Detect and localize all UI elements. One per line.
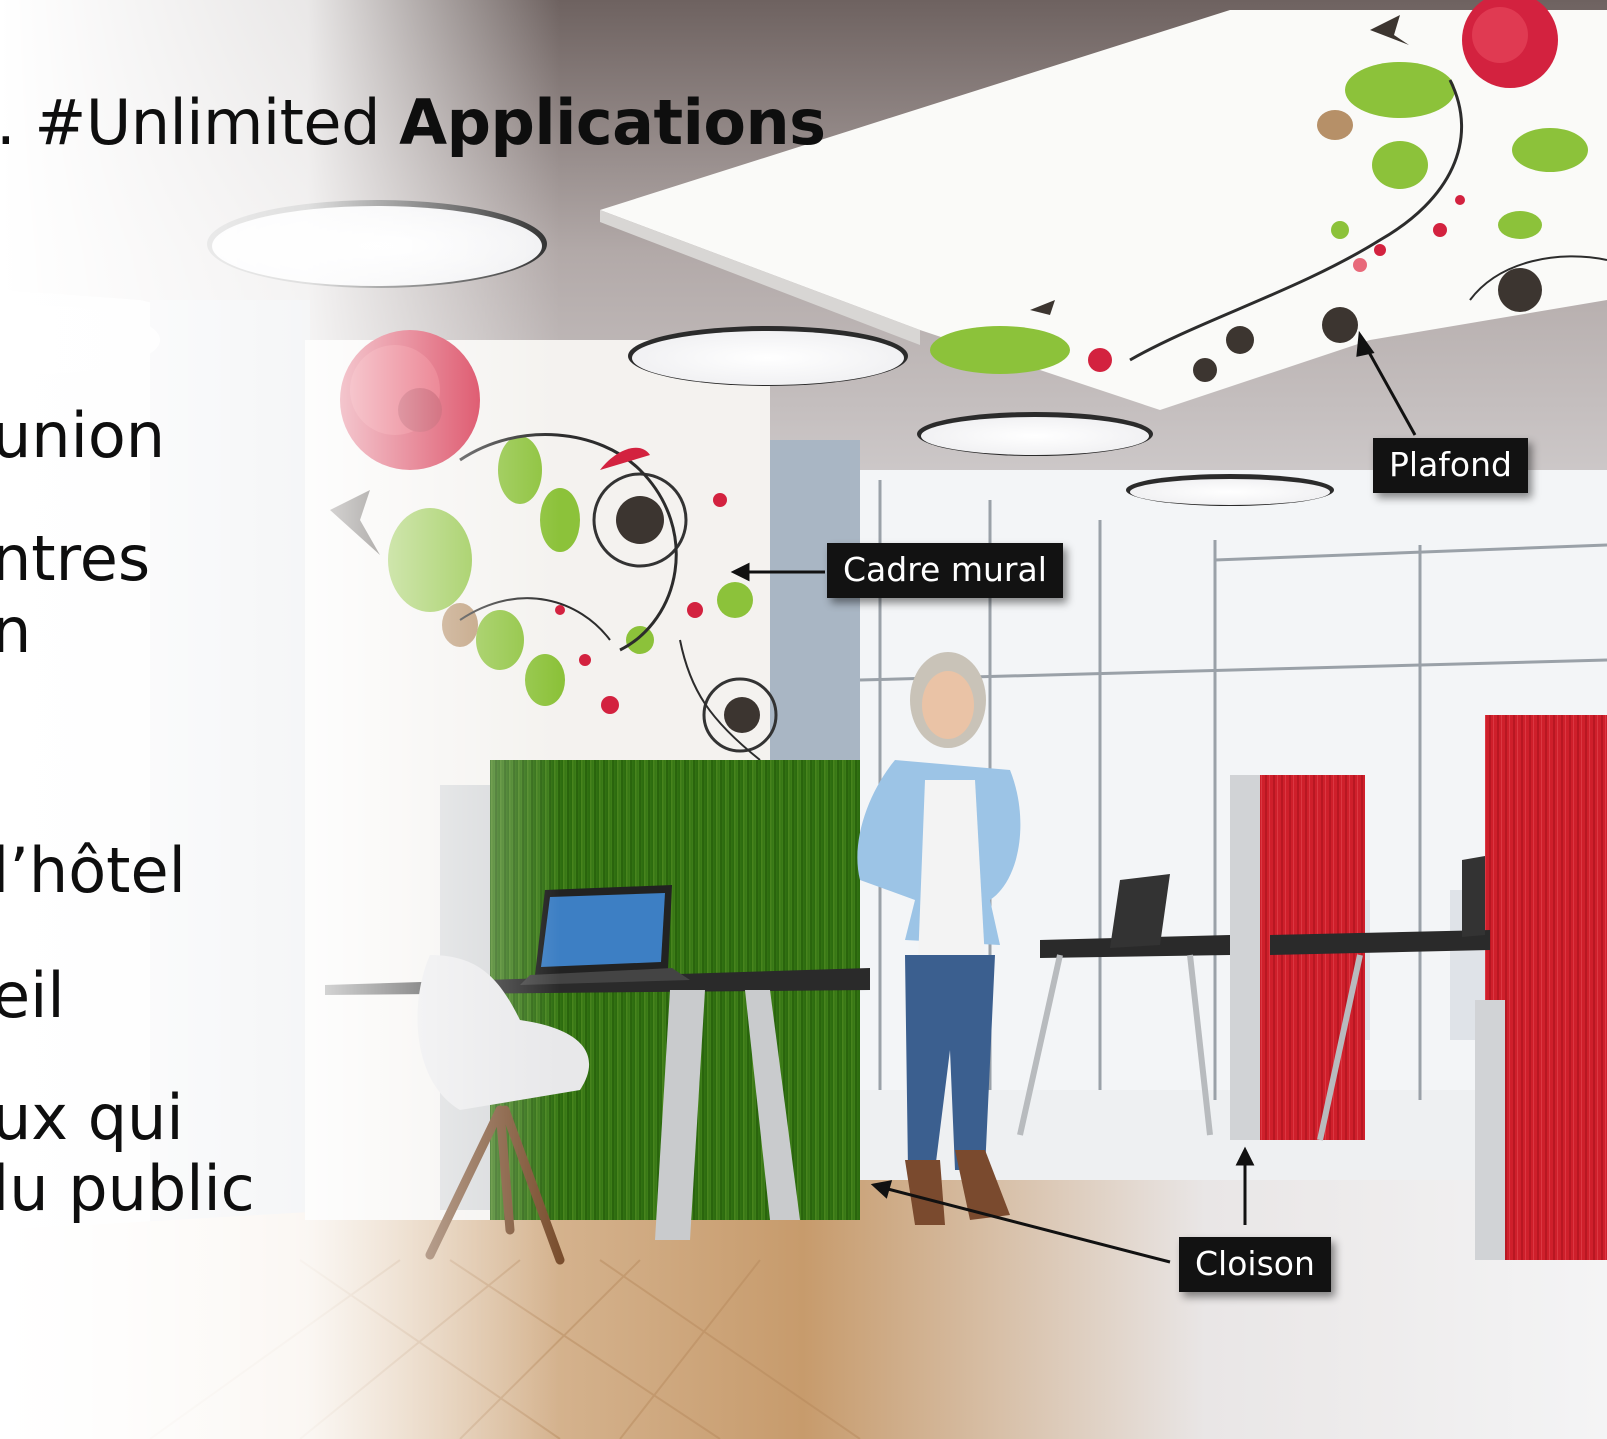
bullet-line-7: lu public xyxy=(0,1152,255,1225)
title-prefix: . #Unlimited xyxy=(0,86,400,159)
callout-cloison: Cloison xyxy=(1179,1237,1331,1292)
bullet-line-5: eil xyxy=(0,959,65,1032)
bullet-line-4: l’hôtel xyxy=(0,834,186,907)
page-title: . #Unlimited Applications xyxy=(0,92,826,154)
callout-plafond: Plafond xyxy=(1373,438,1528,493)
callout-cadre-mural: Cadre mural xyxy=(827,543,1063,598)
bullet-line-6: ux qui xyxy=(0,1081,184,1154)
title-bold: Applications xyxy=(399,86,826,159)
bullet-line-3: n xyxy=(0,594,32,667)
bullet-line-2: ntres xyxy=(0,522,151,595)
bullet-line-1: union xyxy=(0,399,166,472)
